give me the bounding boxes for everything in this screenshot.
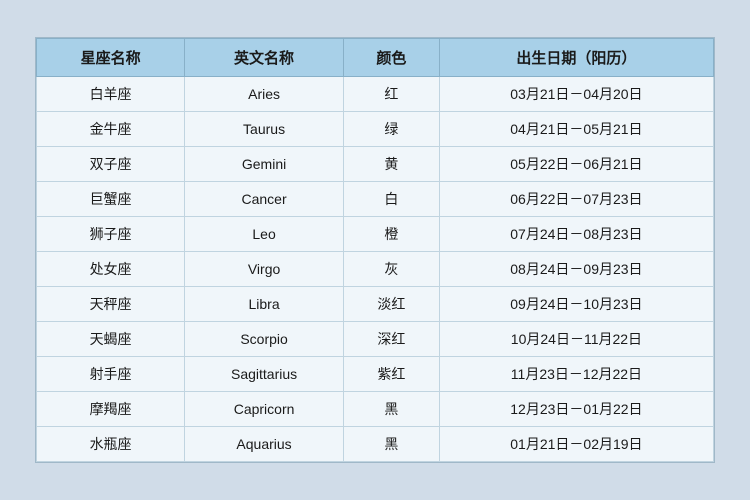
- table-cell-3-3: 06月22日－07月23日: [439, 182, 713, 217]
- table-cell-1-3: 04月21日－05月21日: [439, 112, 713, 147]
- table-cell-2-3: 05月22日－06月21日: [439, 147, 713, 182]
- table-cell-9-2: 黑: [343, 392, 439, 427]
- table-cell-0-3: 03月21日－04月20日: [439, 77, 713, 112]
- table-cell-2-2: 黄: [343, 147, 439, 182]
- table-cell-0-2: 红: [343, 77, 439, 112]
- table-header-0: 星座名称: [37, 39, 185, 77]
- table-row: 双子座Gemini黄05月22日－06月21日: [37, 147, 714, 182]
- table-cell-3-1: Cancer: [185, 182, 344, 217]
- table-cell-5-3: 08月24日－09月23日: [439, 252, 713, 287]
- table-row: 巨蟹座Cancer白06月22日－07月23日: [37, 182, 714, 217]
- table-cell-5-0: 处女座: [37, 252, 185, 287]
- table-cell-5-2: 灰: [343, 252, 439, 287]
- table-row: 水瓶座Aquarius黑01月21日－02月19日: [37, 427, 714, 462]
- table-cell-10-3: 01月21日－02月19日: [439, 427, 713, 462]
- table-header-1: 英文名称: [185, 39, 344, 77]
- table-row: 狮子座Leo橙07月24日－08月23日: [37, 217, 714, 252]
- table-cell-10-1: Aquarius: [185, 427, 344, 462]
- table-row: 天蝎座Scorpio深红10月24日－11月22日: [37, 322, 714, 357]
- table-cell-1-2: 绿: [343, 112, 439, 147]
- table-cell-4-2: 橙: [343, 217, 439, 252]
- table-cell-7-3: 10月24日－11月22日: [439, 322, 713, 357]
- table-cell-7-2: 深红: [343, 322, 439, 357]
- table-cell-8-1: Sagittarius: [185, 357, 344, 392]
- table-cell-10-0: 水瓶座: [37, 427, 185, 462]
- table-cell-2-0: 双子座: [37, 147, 185, 182]
- table-cell-6-0: 天秤座: [37, 287, 185, 322]
- table-cell-1-0: 金牛座: [37, 112, 185, 147]
- table-row: 处女座Virgo灰08月24日－09月23日: [37, 252, 714, 287]
- table-cell-0-0: 白羊座: [37, 77, 185, 112]
- table-cell-8-2: 紫红: [343, 357, 439, 392]
- table-cell-4-1: Leo: [185, 217, 344, 252]
- table-row: 摩羯座Capricorn黑12月23日－01月22日: [37, 392, 714, 427]
- table-row: 射手座Sagittarius紫红11月23日－12月22日: [37, 357, 714, 392]
- table-cell-9-1: Capricorn: [185, 392, 344, 427]
- table-cell-7-0: 天蝎座: [37, 322, 185, 357]
- table-cell-9-0: 摩羯座: [37, 392, 185, 427]
- table-cell-9-3: 12月23日－01月22日: [439, 392, 713, 427]
- table-cell-3-2: 白: [343, 182, 439, 217]
- table-cell-4-0: 狮子座: [37, 217, 185, 252]
- table-header-row: 星座名称英文名称颜色出生日期（阳历）: [37, 39, 714, 77]
- table-cell-0-1: Aries: [185, 77, 344, 112]
- table-cell-3-0: 巨蟹座: [37, 182, 185, 217]
- table-cell-10-2: 黑: [343, 427, 439, 462]
- table-header-2: 颜色: [343, 39, 439, 77]
- table-cell-8-3: 11月23日－12月22日: [439, 357, 713, 392]
- table-cell-5-1: Virgo: [185, 252, 344, 287]
- table-body: 白羊座Aries红03月21日－04月20日金牛座Taurus绿04月21日－0…: [37, 77, 714, 462]
- table-cell-8-0: 射手座: [37, 357, 185, 392]
- table-cell-6-3: 09月24日－10月23日: [439, 287, 713, 322]
- table-row: 天秤座Libra淡红09月24日－10月23日: [37, 287, 714, 322]
- zodiac-table-container: 星座名称英文名称颜色出生日期（阳历） 白羊座Aries红03月21日－04月20…: [35, 37, 715, 463]
- table-cell-1-1: Taurus: [185, 112, 344, 147]
- table-cell-4-3: 07月24日－08月23日: [439, 217, 713, 252]
- table-header-3: 出生日期（阳历）: [439, 39, 713, 77]
- table-row: 白羊座Aries红03月21日－04月20日: [37, 77, 714, 112]
- table-cell-6-2: 淡红: [343, 287, 439, 322]
- table-row: 金牛座Taurus绿04月21日－05月21日: [37, 112, 714, 147]
- table-cell-7-1: Scorpio: [185, 322, 344, 357]
- table-cell-6-1: Libra: [185, 287, 344, 322]
- table-cell-2-1: Gemini: [185, 147, 344, 182]
- zodiac-table: 星座名称英文名称颜色出生日期（阳历） 白羊座Aries红03月21日－04月20…: [36, 38, 714, 462]
